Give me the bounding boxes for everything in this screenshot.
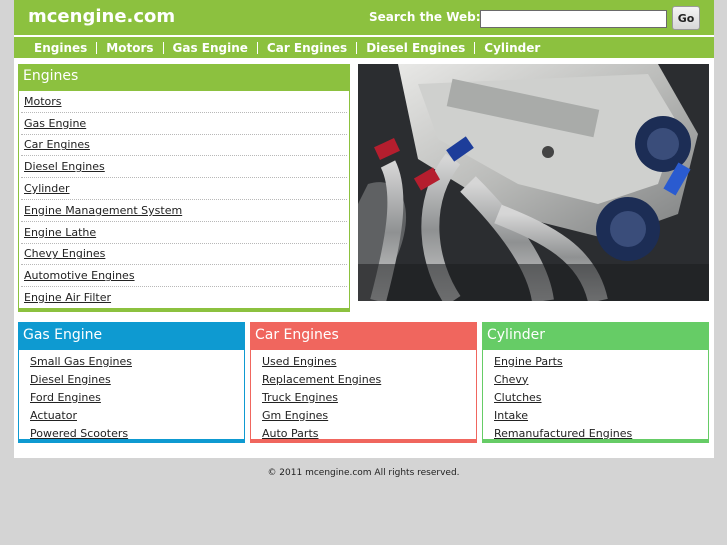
list-item: Engine Parts — [494, 352, 708, 370]
nav-divider — [162, 41, 164, 54]
search-go-button[interactable]: Go — [672, 6, 700, 30]
link-used-engines[interactable]: Used Engines — [262, 355, 336, 368]
link-remanufactured-engines[interactable]: Remanufactured Engines — [494, 427, 632, 440]
list-item: Clutches — [494, 388, 708, 406]
link-engine-parts[interactable]: Engine Parts — [494, 355, 563, 368]
list-item: Automotive Engines — [21, 265, 347, 288]
nav-item-diesel-engines[interactable]: Diesel Engines — [366, 41, 465, 55]
engine-illustration — [358, 64, 709, 301]
nav-divider — [356, 41, 358, 54]
list-item: Car Engines — [21, 135, 347, 157]
link-engine-lathe[interactable]: Engine Lathe — [24, 226, 96, 239]
link-small-gas-engines[interactable]: Small Gas Engines — [30, 355, 132, 368]
engines-link-list: Motors Gas Engine Car Engines Diesel Eng… — [19, 91, 349, 309]
link-gm-engines[interactable]: Gm Engines — [262, 409, 328, 422]
nav-item-cylinder[interactable]: Cylinder — [484, 41, 540, 55]
gas-engine-box: Gas Engine Small Gas Engines Diesel Engi… — [18, 322, 245, 443]
list-item: Replacement Engines — [262, 370, 476, 388]
list-item: Ford Engines — [30, 388, 244, 406]
nav-divider — [256, 41, 258, 54]
link-auto-parts[interactable]: Auto Parts — [262, 427, 318, 440]
search-input[interactable] — [480, 10, 667, 28]
link-diesel-engines[interactable]: Diesel Engines — [30, 373, 111, 386]
nav-item-gas-engine[interactable]: Gas Engine — [173, 41, 248, 55]
link-gas-engine[interactable]: Gas Engine — [24, 117, 86, 130]
header-bar: mcengine.com Search the Web: Go — [14, 0, 714, 35]
site-logo[interactable]: mcengine.com — [28, 6, 175, 27]
list-item: Cylinder — [21, 178, 347, 200]
link-ford-engines[interactable]: Ford Engines — [30, 391, 101, 404]
list-item: Motors — [21, 91, 347, 113]
car-engines-box: Car Engines Used Engines Replacement Eng… — [250, 322, 477, 443]
list-item: Diesel Engines — [21, 156, 347, 179]
list-item: Intake — [494, 406, 708, 424]
box-bottom-bar — [19, 308, 349, 311]
link-motors[interactable]: Motors — [24, 95, 62, 108]
link-intake[interactable]: Intake — [494, 409, 528, 422]
list-item: Gas Engine — [21, 113, 347, 135]
list-item: Engine Air Filter — [21, 287, 347, 309]
cylinder-box-title: Cylinder — [483, 323, 708, 350]
list-item: Gm Engines — [262, 406, 476, 424]
nav-item-car-engines[interactable]: Car Engines — [267, 41, 347, 55]
list-item: Truck Engines — [262, 388, 476, 406]
link-actuator[interactable]: Actuator — [30, 409, 77, 422]
box-bottom-bar — [251, 439, 476, 442]
nav-divider — [474, 41, 476, 54]
box-bottom-bar — [483, 439, 708, 442]
list-item: Actuator — [30, 406, 244, 424]
list-item: Chevy — [494, 370, 708, 388]
link-car-engines[interactable]: Car Engines — [24, 138, 90, 151]
nav-divider — [96, 41, 98, 54]
link-chevy[interactable]: Chevy — [494, 373, 528, 386]
link-cylinder[interactable]: Cylinder — [24, 182, 70, 195]
list-item: Engine Lathe — [21, 222, 347, 244]
link-diesel-engines[interactable]: Diesel Engines — [24, 160, 105, 173]
gas-engine-link-list: Small Gas Engines Diesel Engines Ford En… — [19, 350, 244, 442]
nav-item-engines[interactable]: Engines — [34, 41, 87, 55]
search-label: Search the Web: — [369, 10, 481, 24]
link-chevy-engines[interactable]: Chevy Engines — [24, 247, 105, 260]
engine-photo — [358, 64, 709, 301]
list-item: Used Engines — [262, 352, 476, 370]
list-item: Chevy Engines — [21, 244, 347, 266]
box-bottom-bar — [19, 439, 244, 442]
list-item: Engine Management System — [21, 200, 347, 222]
link-automotive-engines[interactable]: Automotive Engines — [24, 269, 135, 282]
car-engines-box-title: Car Engines — [251, 323, 476, 350]
list-item: Small Gas Engines — [30, 352, 244, 370]
link-engine-management-system[interactable]: Engine Management System — [24, 204, 182, 217]
nav-bar: Engines Motors Gas Engine Car Engines Di… — [14, 37, 714, 58]
link-clutches[interactable]: Clutches — [494, 391, 542, 404]
nav-item-motors[interactable]: Motors — [106, 41, 153, 55]
car-engines-link-list: Used Engines Replacement Engines Truck E… — [251, 350, 476, 442]
engines-box-title: Engines — [19, 65, 349, 91]
link-replacement-engines[interactable]: Replacement Engines — [262, 373, 381, 386]
footer-copyright: © 2011 mcengine.com All rights reserved. — [267, 468, 460, 478]
cylinder-link-list: Engine Parts Chevy Clutches Intake Reman… — [483, 350, 708, 442]
engines-box: Engines Motors Gas Engine Car Engines Di… — [18, 64, 350, 312]
gas-engine-box-title: Gas Engine — [19, 323, 244, 350]
link-engine-air-filter[interactable]: Engine Air Filter — [24, 291, 111, 304]
cylinder-box: Cylinder Engine Parts Chevy Clutches Int… — [482, 322, 709, 443]
link-powered-scooters[interactable]: Powered Scooters — [30, 427, 128, 440]
list-item: Diesel Engines — [30, 370, 244, 388]
link-truck-engines[interactable]: Truck Engines — [262, 391, 338, 404]
